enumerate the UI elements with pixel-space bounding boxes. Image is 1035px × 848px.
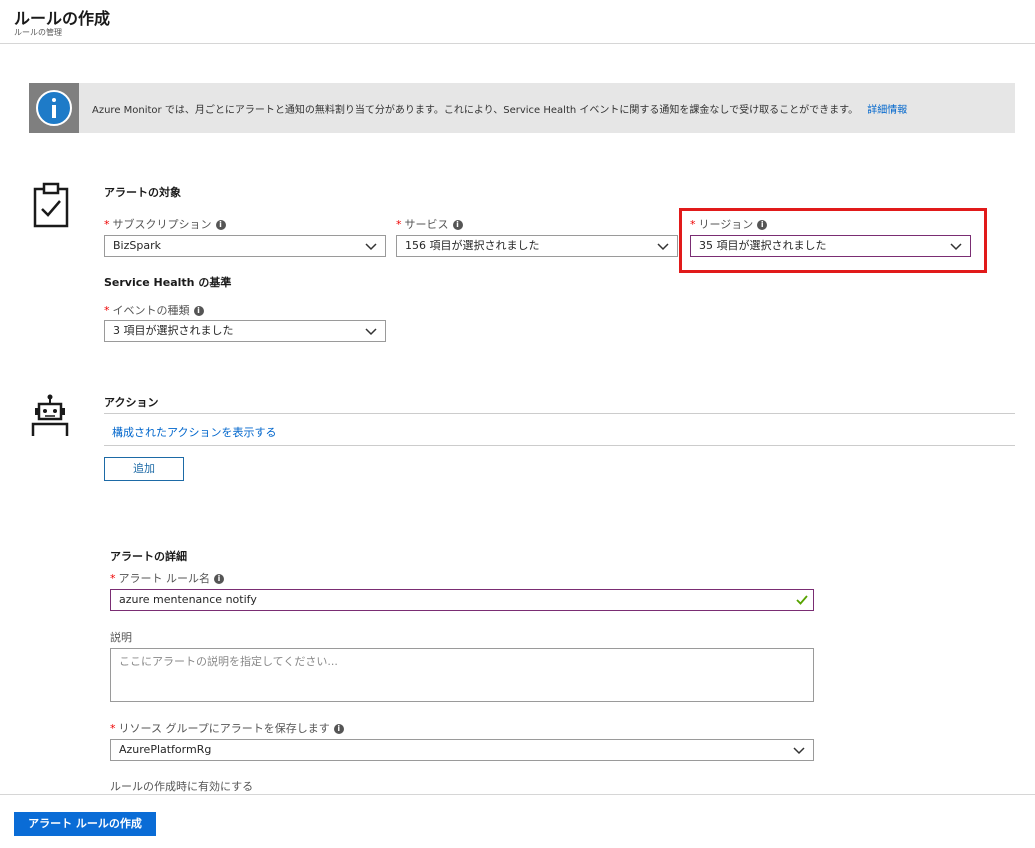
chevron-down-icon xyxy=(365,328,377,336)
clipboard-check-icon xyxy=(33,182,69,228)
required-mark: * xyxy=(110,722,116,735)
event-type-label: * イベントの種類 i xyxy=(104,302,204,318)
event-type-dropdown[interactable]: 3 項目が選択されました xyxy=(104,320,386,342)
info-icon-container xyxy=(29,83,79,133)
service-health-title: Service Health の基準 xyxy=(104,276,232,289)
chevron-down-icon xyxy=(365,243,377,251)
robot-icon xyxy=(31,394,69,436)
info-banner-message: Azure Monitor では、月ごとにアラートと通知の無料割り当て分がありま… xyxy=(92,105,859,116)
required-mark: * xyxy=(690,218,696,231)
divider xyxy=(104,413,1015,414)
add-action-button[interactable]: 追加 xyxy=(104,457,184,481)
required-mark: * xyxy=(104,218,110,231)
info-icon xyxy=(36,90,72,126)
alert-target-title: アラートの対象 xyxy=(104,186,181,199)
actions-title: アクション xyxy=(104,396,159,409)
info-tooltip-icon[interactable]: i xyxy=(215,220,226,230)
resource-group-label: * リソース グループにアラートを保存します i xyxy=(110,720,344,736)
info-banner: Azure Monitor では、月ごとにアラートと通知の無料割り当て分がありま… xyxy=(29,83,1015,133)
description-textarea[interactable]: ここにアラートの説明を指定してください... xyxy=(110,648,814,702)
required-mark: * xyxy=(110,572,116,585)
alert-details-title: アラートの詳細 xyxy=(110,550,187,563)
checkmark-icon xyxy=(796,595,808,605)
learn-more-link[interactable]: 詳細情報 xyxy=(867,105,907,116)
resource-group-dropdown[interactable]: AzurePlatformRg xyxy=(110,739,814,761)
page-subtitle: ルールの管理 xyxy=(14,28,62,37)
description-placeholder: ここにアラートの説明を指定してください... xyxy=(119,655,338,668)
info-tooltip-icon[interactable]: i xyxy=(757,220,768,230)
info-tooltip-icon[interactable]: i xyxy=(452,220,463,230)
info-banner-text: Azure Monitor では、月ごとにアラートと通知の無料割り当て分がありま… xyxy=(92,101,907,116)
enable-on-create-label: ルールの作成時に有効にする xyxy=(110,780,254,793)
subscription-dropdown[interactable]: BizSpark xyxy=(104,235,386,257)
chevron-down-icon xyxy=(793,747,805,755)
required-mark: * xyxy=(396,218,402,231)
blade-footer: アラート ルールの作成 xyxy=(0,794,1035,848)
blade-header: ルールの作成 ルールの管理 xyxy=(0,0,1035,44)
subscription-label: * サブスクリプション i xyxy=(104,216,226,232)
description-label: 説明 xyxy=(110,631,132,644)
show-actions-link[interactable]: 構成されたアクションを表示する xyxy=(112,424,276,440)
page-title: ルールの作成 xyxy=(14,9,111,28)
required-mark: * xyxy=(104,304,110,317)
create-alert-rule-button[interactable]: アラート ルールの作成 xyxy=(14,812,156,836)
chevron-down-icon xyxy=(950,243,962,251)
info-tooltip-icon[interactable]: i xyxy=(193,306,204,316)
service-label: * サービス i xyxy=(396,216,463,232)
divider xyxy=(104,445,1015,446)
rule-name-label: * アラート ルール名 i xyxy=(110,570,224,586)
info-tooltip-icon[interactable]: i xyxy=(214,574,224,584)
region-dropdown[interactable]: 35 項目が選択されました xyxy=(690,235,971,257)
service-dropdown[interactable]: 156 項目が選択されました xyxy=(396,235,678,257)
rule-name-input[interactable]: azure mentenance notify xyxy=(110,589,814,611)
info-tooltip-icon[interactable]: i xyxy=(333,724,344,734)
chevron-down-icon xyxy=(657,243,669,251)
region-label: * リージョン i xyxy=(690,216,768,232)
